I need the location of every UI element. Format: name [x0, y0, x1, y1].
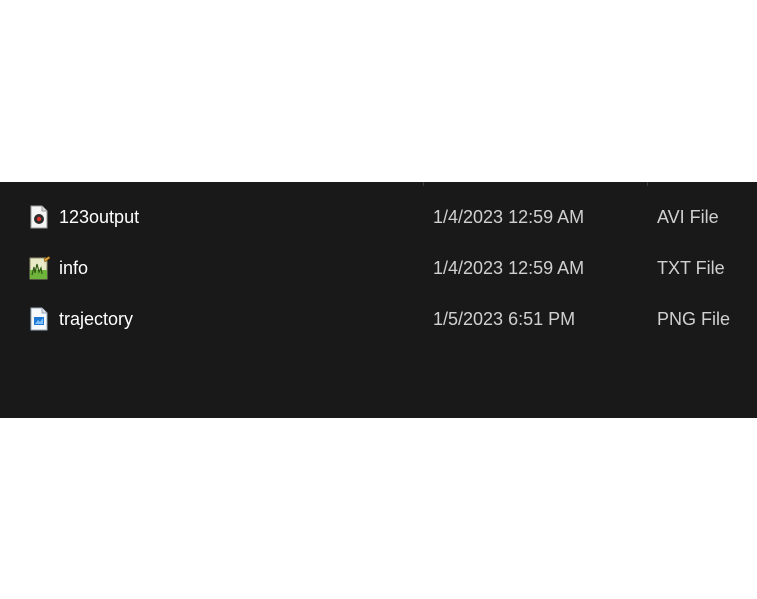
file-row-123output[interactable]: 123output 1/4/2023 12:59 AM AVI File — [0, 192, 757, 243]
file-name: trajectory — [59, 309, 134, 329]
file-date-modified: 1/4/2023 12:59 AM — [433, 207, 585, 227]
file-row-info[interactable]: info 1/4/2023 12:59 AM TXT File — [0, 243, 757, 294]
file-type: TXT File — [657, 258, 725, 278]
column-divider-date[interactable] — [423, 182, 424, 186]
image-file-icon — [29, 307, 49, 331]
file-name: info — [59, 258, 89, 278]
video-file-icon — [29, 205, 49, 229]
file-row-trajectory[interactable]: trajectory 1/5/2023 6:51 PM PNG File — [0, 294, 757, 345]
file-type: AVI File — [657, 207, 719, 227]
file-date-modified: 1/4/2023 12:59 AM — [433, 258, 585, 278]
text-file-icon — [29, 256, 51, 280]
file-date-modified: 1/5/2023 6:51 PM — [433, 309, 576, 329]
file-list-panel: 123output 1/4/2023 12:59 AM AVI File inf… — [0, 182, 757, 418]
column-divider-type[interactable] — [647, 182, 648, 186]
file-name: 123output — [59, 207, 140, 227]
file-type: PNG File — [657, 309, 731, 329]
